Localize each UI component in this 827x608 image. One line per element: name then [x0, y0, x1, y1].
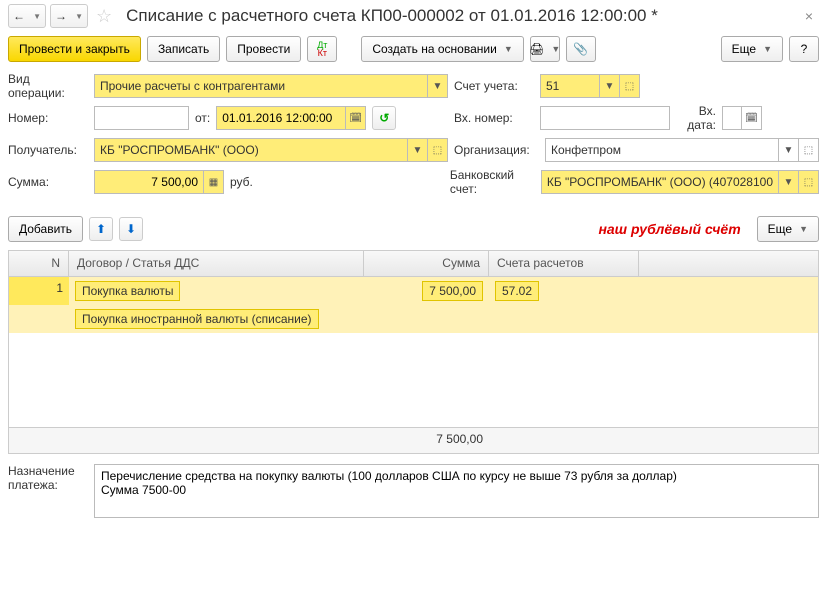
- move-down-icon[interactable]: ⬇: [119, 217, 143, 241]
- bank-acc-dropdown-icon[interactable]: ▼: [779, 170, 799, 194]
- sum-calc-icon[interactable]: ▦: [204, 170, 224, 194]
- account-label: Счет учета:: [454, 79, 534, 93]
- grid-body[interactable]: 1 Покупка валюты 7 500,00 57.02 Покупка …: [9, 277, 818, 427]
- bank-acc-label: Банковский счет:: [450, 168, 535, 196]
- purpose-label: Назначение платежа:: [8, 464, 88, 518]
- org-label: Организация:: [454, 143, 539, 157]
- recipient-open-icon[interactable]: ⬚: [428, 138, 448, 162]
- date-calendar-icon[interactable]: 🗓: [346, 106, 366, 130]
- number-field[interactable]: [94, 106, 189, 130]
- cell-acc: 57.02: [489, 277, 639, 305]
- sum-label: Сумма:: [8, 175, 88, 189]
- account-dropdown-icon[interactable]: ▼: [600, 74, 620, 98]
- print-button[interactable]: 🖨▼: [530, 36, 560, 62]
- ext-number-field[interactable]: [540, 106, 670, 130]
- attach-button[interactable]: 📎: [566, 36, 596, 62]
- table-row[interactable]: Покупка иностранной валюты (списание): [9, 305, 818, 333]
- add-row-button[interactable]: Добавить: [8, 216, 83, 242]
- main-toolbar: Провести и закрыть Записать Провести ДтК…: [0, 32, 827, 66]
- bank-acc-open-icon[interactable]: ⬚: [799, 170, 819, 194]
- table-row[interactable]: 1 Покупка валюты 7 500,00 57.02: [9, 277, 818, 305]
- titlebar: ←▼ →▼ ☆ Списание с расчетного счета КП00…: [0, 0, 827, 32]
- details-grid: N Договор / Статья ДДС Сумма Счета расче…: [8, 250, 819, 454]
- op-type-field[interactable]: Прочие расчеты с контрагентами: [94, 74, 428, 98]
- create-based-button[interactable]: Создать на основании▼: [361, 36, 523, 62]
- more-button[interactable]: Еще▼: [721, 36, 783, 62]
- ext-number-label: Вх. номер:: [454, 111, 534, 125]
- favorite-icon[interactable]: ☆: [96, 6, 112, 27]
- op-type-dropdown-icon[interactable]: ▼: [428, 74, 448, 98]
- save-button[interactable]: Записать: [147, 36, 220, 62]
- op-type-label: Вид операции:: [8, 72, 88, 100]
- back-button[interactable]: ←▼: [8, 4, 46, 28]
- form: Вид операции: Прочие расчеты с контраген…: [0, 66, 827, 202]
- window-title: Списание с расчетного счета КП00-000002 …: [126, 6, 795, 26]
- close-icon[interactable]: ×: [799, 6, 819, 26]
- org-field[interactable]: Конфетпром: [545, 138, 779, 162]
- grid-header: N Договор / Статья ДДС Сумма Счета расче…: [9, 251, 818, 277]
- forward-button[interactable]: →▼: [50, 4, 88, 28]
- date-field[interactable]: [216, 106, 346, 130]
- cell-contract: Покупка валюты: [69, 277, 364, 305]
- ext-date-label: Вх. дата:: [676, 104, 716, 132]
- purpose-wrap: Назначение платежа:: [0, 458, 827, 524]
- move-up-icon[interactable]: ⬆: [89, 217, 113, 241]
- dtkt-button[interactable]: ДтКт: [307, 36, 337, 62]
- grid-toolbar: Добавить ⬆ ⬇ наш рублёвый счёт Еще▼: [0, 212, 827, 246]
- org-open-icon[interactable]: ⬚: [799, 138, 819, 162]
- total-sum: 7 500,00: [364, 428, 489, 453]
- number-label: Номер:: [8, 111, 88, 125]
- cell-n: 1: [9, 277, 69, 305]
- cell-sum: 7 500,00: [364, 277, 489, 305]
- col-sum: Сумма: [364, 251, 489, 276]
- post-button[interactable]: Провести: [226, 36, 301, 62]
- ext-date-field[interactable]: [722, 106, 742, 130]
- annotation-text: наш рублёвый счёт: [598, 221, 740, 237]
- cell-contract2: Покупка иностранной валюты (списание): [69, 305, 364, 333]
- refresh-icon[interactable]: ↺: [372, 106, 396, 130]
- recipient-field[interactable]: КБ "РОСПРОМБАНК" (ООО): [94, 138, 408, 162]
- help-button[interactable]: ?: [789, 36, 819, 62]
- ext-date-calendar-icon[interactable]: 🗓: [742, 106, 762, 130]
- col-n: N: [9, 251, 69, 276]
- post-and-close-button[interactable]: Провести и закрыть: [8, 36, 141, 62]
- grid-more-button[interactable]: Еще▼: [757, 216, 819, 242]
- purpose-field[interactable]: [94, 464, 819, 518]
- currency-label: руб.: [230, 175, 253, 189]
- grid-footer: 7 500,00: [9, 427, 818, 453]
- col-contract: Договор / Статья ДДС: [69, 251, 364, 276]
- account-field[interactable]: 51: [540, 74, 600, 98]
- bank-acc-field[interactable]: КБ "РОСПРОМБАНК" (ООО) (407028100: [541, 170, 779, 194]
- col-accounts: Счета расчетов: [489, 251, 639, 276]
- recipient-label: Получатель:: [8, 143, 88, 157]
- account-open-icon[interactable]: ⬚: [620, 74, 640, 98]
- org-dropdown-icon[interactable]: ▼: [779, 138, 799, 162]
- sum-field[interactable]: [94, 170, 204, 194]
- recipient-dropdown-icon[interactable]: ▼: [408, 138, 428, 162]
- from-label: от:: [195, 111, 210, 125]
